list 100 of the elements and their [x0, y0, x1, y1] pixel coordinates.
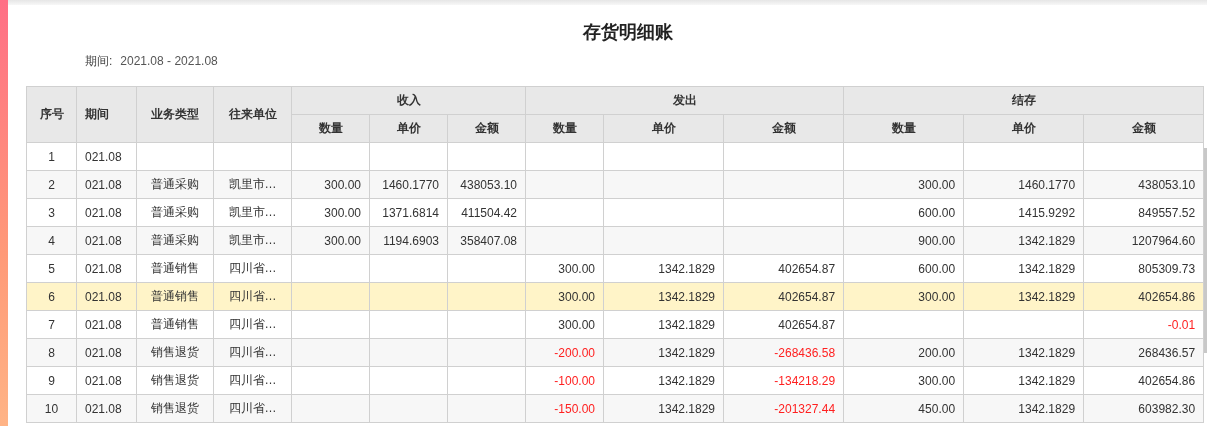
table-cell: 7 [26, 310, 77, 339]
table-cell: 603982.30 [1083, 394, 1204, 423]
table-cell: 1415.9292 [963, 198, 1084, 227]
table-cell: 438053.10 [447, 170, 526, 199]
table-cell: 四川省… [213, 254, 292, 283]
report-title: 存货明细账 [581, 21, 674, 44]
table-cell: 销售退货 [136, 366, 214, 395]
table-cell: 021.08 [76, 142, 137, 171]
column-header: 单价 [603, 114, 724, 143]
table-cell: 1 [26, 142, 77, 171]
table-cell: 402654.86 [1083, 282, 1204, 311]
table-row[interactable]: 7 021.08 普通销售 四川省… 300.00 1342.1829 402654.87 -0.01 [26, 310, 1204, 339]
table-cell: 200.00 [843, 338, 964, 367]
table-cell: 4 [26, 226, 77, 255]
table-cell: 9 [26, 366, 77, 395]
table-cell: 1207964.60 [1083, 226, 1204, 255]
table-row[interactable]: 6 021.08 普通销售 四川省… 300.00 1342.1829 402654.87 300.00 1342.1829 402654.86 [26, 282, 1204, 311]
table-cell: 8 [26, 338, 77, 367]
table-cell: -150.00 [525, 394, 604, 423]
table-cell: -134218.29 [723, 366, 844, 395]
table-cell: 438053.10 [1083, 170, 1204, 199]
table-cell: 1342.1829 [603, 254, 724, 283]
table-row[interactable]: 9 021.08 销售退货 四川省… -100.00 1342.1829 -134218.29 300.00 1342.1829 402654.86 [26, 366, 1204, 395]
table-cell: 1342.1829 [603, 282, 724, 311]
table-cell: 268436.57 [1083, 338, 1204, 367]
group-header: 结存 [843, 86, 1204, 115]
column-header: 金额 [447, 114, 526, 143]
column-header: 单价 [963, 114, 1084, 143]
column-header: 业务类型 [136, 86, 214, 143]
table-cell: 021.08 [76, 310, 137, 339]
table-cell: -100.00 [525, 366, 604, 395]
column-header: 数量 [525, 114, 604, 143]
table-cell: 销售退货 [136, 338, 214, 367]
table-cell: 普通采购 [136, 170, 214, 199]
table-cell: 021.08 [76, 282, 137, 311]
table-cell: 1194.6903 [369, 226, 448, 255]
table-cell: 1460.1770 [369, 170, 448, 199]
table-cell: 900.00 [843, 226, 964, 255]
table-cell: 021.08 [76, 254, 137, 283]
table-cell: 300.00 [525, 310, 604, 339]
table-cell: 5 [26, 254, 77, 283]
table-cell: 普通采购 [136, 198, 214, 227]
table-cell: 凯里市… [213, 170, 292, 199]
table-cell: 300.00 [291, 226, 370, 255]
table-cell: 3 [26, 198, 77, 227]
column-header: 单价 [369, 114, 448, 143]
table-cell: -268436.58 [723, 338, 844, 367]
table-row[interactable]: 8 021.08 销售退货 四川省… -200.00 1342.1829 -268436.58 200.00 1342.1829 268436.57 [26, 338, 1204, 367]
table-cell: 402654.87 [723, 282, 844, 311]
table-cell: 402654.87 [723, 310, 844, 339]
table-cell: 普通采购 [136, 226, 214, 255]
table-cell: 销售退货 [136, 394, 214, 423]
table-cell: 021.08 [76, 226, 137, 255]
column-header: 数量 [291, 114, 370, 143]
table-cell: 358407.08 [447, 226, 526, 255]
table-cell: 300.00 [525, 254, 604, 283]
period-value: 2021.08 - 2021.08 [120, 54, 218, 68]
table-cell: 1342.1829 [963, 394, 1084, 423]
table-cell: 四川省… [213, 282, 292, 311]
table-cell: 300.00 [843, 282, 964, 311]
column-header: 数量 [843, 114, 964, 143]
table-cell: 1342.1829 [963, 366, 1084, 395]
table-cell: 021.08 [76, 170, 137, 199]
table-cell: 021.08 [76, 338, 137, 367]
table-cell: -0.01 [1083, 310, 1204, 339]
table-cell: 1342.1829 [963, 282, 1084, 311]
table-cell: 四川省… [213, 338, 292, 367]
table-cell: 四川省… [213, 310, 292, 339]
table-row[interactable]: 3 021.08 普通采购 凯里市… 300.00 1371.6814 411504.42 600.00 1415.9292 849557.52 [26, 198, 1204, 227]
table-cell: 300.00 [525, 282, 604, 311]
table-row[interactable]: 10 021.08 销售退货 四川省… -150.00 1342.1829 -201327.44 450.00 1342.1829 603982.30 [26, 394, 1204, 423]
column-header: 序号 [26, 86, 77, 143]
table-cell: 021.08 [76, 198, 137, 227]
column-header: 金额 [1083, 114, 1204, 143]
table-cell: 1342.1829 [603, 338, 724, 367]
table-cell: 600.00 [843, 254, 964, 283]
table-cell: 805309.73 [1083, 254, 1204, 283]
table-row[interactable]: 2 021.08 普通采购 凯里市… 300.00 1460.1770 438053.10 300.00 1460.1770 438053.10 [26, 170, 1204, 199]
table-cell: 普通销售 [136, 282, 214, 311]
table-cell: 6 [26, 282, 77, 311]
table-cell: 1342.1829 [963, 254, 1084, 283]
column-header: 期间 [76, 86, 137, 143]
table-cell: 凯里市… [213, 226, 292, 255]
table-cell: 021.08 [76, 366, 137, 395]
table-cell: -200.00 [525, 338, 604, 367]
group-header: 收入 [291, 86, 526, 115]
table-cell: 1342.1829 [603, 366, 724, 395]
table-cell: 849557.52 [1083, 198, 1204, 227]
table-cell: 1371.6814 [369, 198, 448, 227]
table-row[interactable]: 4 021.08 普通采购 凯里市… 300.00 1194.6903 358407.08 900.00 1342.1829 1207964.60 [26, 226, 1204, 255]
table-cell: 021.08 [76, 394, 137, 423]
table-row[interactable]: 1 021.08 [26, 142, 1204, 171]
table-cell: 1342.1829 [603, 394, 724, 423]
table-cell: 1460.1770 [963, 170, 1084, 199]
table-row[interactable]: 5 021.08 普通销售 四川省… 300.00 1342.1829 402654.87 600.00 1342.1829 805309.73 [26, 254, 1204, 283]
group-header: 发出 [525, 86, 844, 115]
column-header: 金额 [723, 114, 844, 143]
table-cell: 2 [26, 170, 77, 199]
table-cell: 402654.86 [1083, 366, 1204, 395]
scrollbar[interactable] [1204, 148, 1207, 353]
